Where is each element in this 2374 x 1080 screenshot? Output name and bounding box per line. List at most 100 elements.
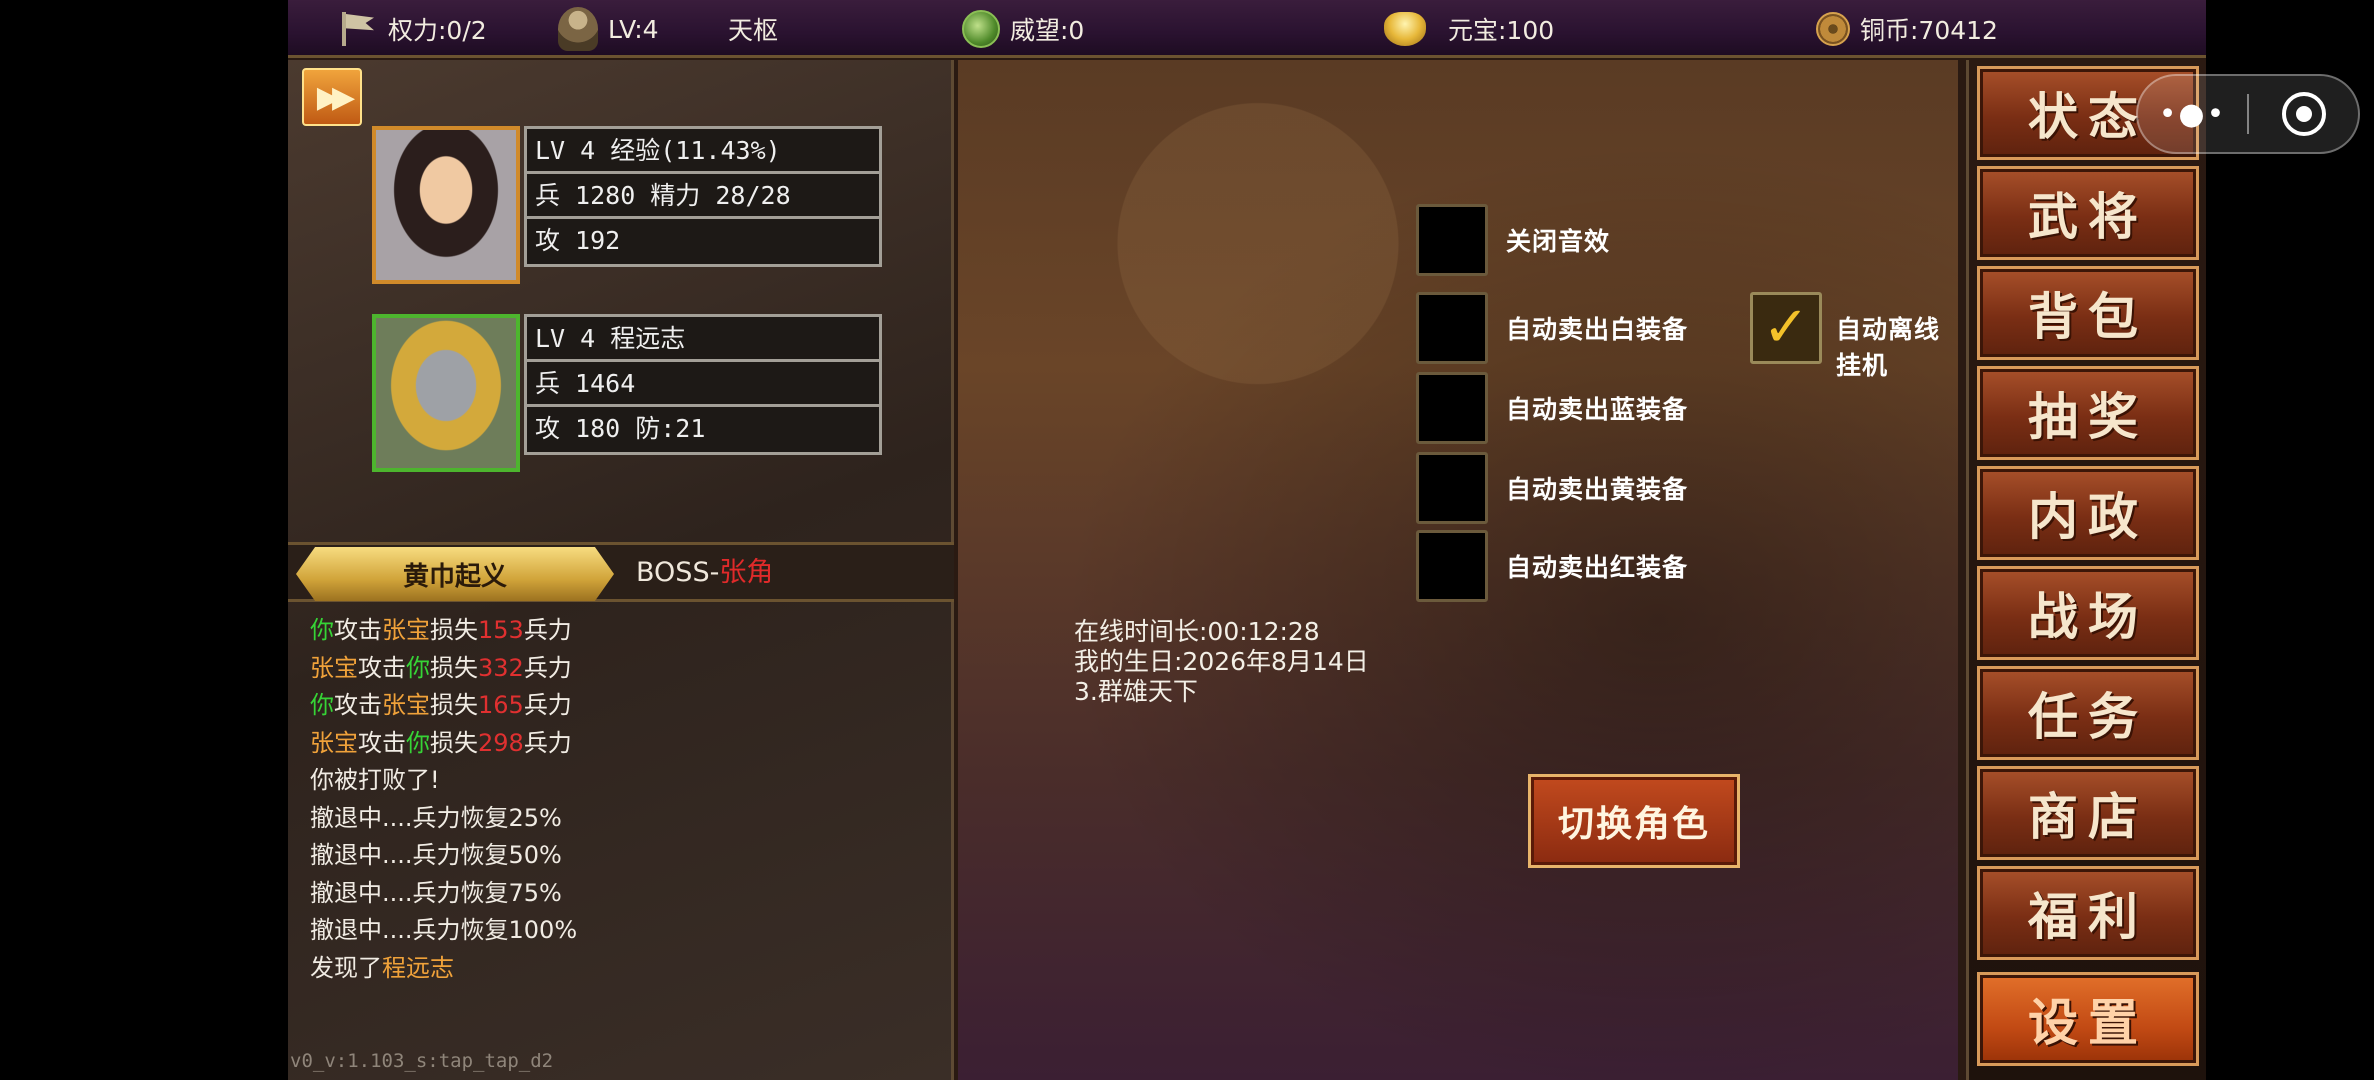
sell-red-label: 自动卖出红装备 [1506,553,1689,582]
level-text: LV:4 [608,14,659,44]
log-target: 你 [406,653,430,682]
log-verb: 攻击 [334,616,382,644]
log-text: 发现了 [310,953,382,982]
fast-forward-button[interactable]: ▶▶ [302,68,362,126]
flag-icon [338,10,378,48]
menu-settings[interactable]: 设置 [1977,972,2199,1066]
log-line: 你攻击张宝损失153兵力 [310,612,930,650]
prestige-icon [962,10,1000,48]
copper-resource: 铜币:70412 [1816,0,1998,58]
player-name-text: 天枢 [728,16,779,45]
player-level-exp: LV 4 经验(11.43%) [527,129,879,174]
player-troops-energy: 兵 1280 精力 28/28 [527,174,879,219]
log-line: 张宝攻击你损失298兵力 [310,725,930,763]
power-resource: 权力:0/2 [338,0,487,58]
log-verb: 攻击 [334,691,382,719]
boss-name: 张角 [719,557,774,588]
log-line: 撤退中....兵力恢复75% [310,878,562,907]
general-portrait[interactable] [372,314,520,472]
log-found-general: 程远志 [382,953,454,982]
general-troops: 兵 1464 [527,362,879,407]
power-text: 权力:0/2 [388,16,487,45]
player-stats: LV 4 经验(11.43%) 兵 1280 精力 28/28 攻 192 [524,126,882,267]
fast-forward-icon: ▶▶ [316,79,355,115]
prestige-resource: 威望:0 [962,0,1084,58]
sell-yellow-checkbox[interactable] [1416,452,1488,524]
menu-quests[interactable]: 任务 [1977,666,2199,760]
menu-battlefield[interactable]: 战场 [1977,566,2199,660]
battle-log: 你攻击张宝损失153兵力 张宝攻击你损失332兵力 你攻击张宝损失165兵力 张… [310,612,930,987]
log-actor: 你 [310,616,334,644]
yuanbao-resource: 元宝:100 [1384,0,1554,58]
version-label: v0_v:1.103_s:tap_tap_d2 [290,1050,554,1072]
prestige-text: 威望:0 [1010,16,1085,45]
game-screen: 权力:0/2 LV:4 天枢 威望:0 元宝:100 铜币:70412 ▶▶ L… [288,0,2206,1080]
player-portrait[interactable] [372,126,520,284]
log-unit: 兵力 [523,728,572,757]
battle-panel: ▶▶ LV 4 经验(11.43%) 兵 1280 精力 28/28 攻 192… [288,60,954,1080]
log-verb: 攻击 [358,728,406,757]
menu-shop[interactable]: 商店 [1977,766,2199,860]
log-amount: 298 [478,728,524,757]
offline-idle-label: 自动离线挂机 [1836,315,1941,380]
player-level: LV:4 [558,0,659,58]
log-line: 你被打败了! [310,766,440,794]
menu-generals[interactable]: 武将 [1977,166,2199,260]
log-actor: 张宝 [310,728,358,757]
switch-role-button[interactable]: 切换角色 [1528,774,1740,868]
log-loss: 损失 [430,728,478,757]
log-line: 张宝攻击你损失332兵力 [310,650,930,688]
log-amount: 165 [478,691,524,719]
gold-ingot-icon [1384,12,1426,46]
player-attack: 攻 192 [535,226,621,255]
log-verb: 攻击 [358,653,406,682]
log-target: 张宝 [382,616,430,644]
log-actor: 张宝 [310,653,358,682]
close-sound-checkbox[interactable] [1416,204,1488,276]
log-target: 你 [406,728,430,757]
sell-blue-checkbox[interactable] [1416,372,1488,444]
sell-red-checkbox[interactable] [1416,530,1488,602]
sell-white-label: 自动卖出白装备 [1506,315,1689,344]
stage-tab[interactable]: 黄巾起义 [296,547,614,601]
log-actor: 你 [310,691,334,719]
sell-white-checkbox[interactable] [1416,292,1488,364]
sell-yellow-label: 自动卖出黄装备 [1506,475,1689,504]
log-line: 撤退中....兵力恢复25% [310,803,562,832]
general-attack-defense: 攻 180 防:21 [535,414,706,443]
log-line: 撤退中....兵力恢复100% [310,916,578,944]
log-line: 撤退中....兵力恢复50% [310,841,562,869]
menu-lottery[interactable]: 抽奖 [1977,366,2199,460]
offline-idle-checkbox[interactable]: ✓ [1750,292,1822,364]
boss-bar: 黄巾起义 BOSS-张角 [288,542,954,602]
log-unit: 兵力 [523,691,572,719]
target-circle-icon [2281,92,2326,136]
more-options-button[interactable]: •●• [2138,76,2247,152]
menu-bag[interactable]: 背包 [1977,266,2199,360]
server-name: 3.群雄天下 [1074,677,1198,706]
main-menu: 状态 武将 背包 抽奖 内政 战场 任务 商店 福利 设置 [1966,60,2206,1080]
general-level-name: LV 4 程远志 [527,317,879,362]
settings-panel: 关闭音效 自动卖出白装备 ✓ 自动离线挂机 自动卖出蓝装备 自动卖出黄装备 自动… [958,60,1958,1080]
menu-welfare[interactable]: 福利 [1977,866,2199,960]
player-name: 天枢 [728,0,778,58]
menu-domestic[interactable]: 内政 [1977,466,2199,560]
copper-text: 铜币:70412 [1860,16,1998,45]
hero-avatar-icon [558,7,598,51]
log-loss: 损失 [430,691,478,719]
log-loss: 损失 [430,616,478,644]
general-stats: LV 4 程远志 兵 1464 攻 180 防:21 [524,314,882,455]
sell-blue-label: 自动卖出蓝装备 [1506,395,1689,424]
log-loss: 损失 [430,653,478,682]
copper-coin-icon [1816,12,1850,46]
log-line: 发现了程远志 [310,950,930,988]
miniprogram-capsule: •●• [2136,74,2360,154]
log-unit: 兵力 [523,616,572,644]
yuanbao-text: 元宝:100 [1448,16,1555,45]
boss-prefix: BOSS- [636,557,720,588]
boss-label: BOSS-张角 [636,545,773,601]
log-amount: 153 [478,616,524,644]
log-unit: 兵力 [523,653,572,682]
close-miniprogram-button[interactable] [2249,76,2358,152]
log-target: 张宝 [382,691,430,719]
